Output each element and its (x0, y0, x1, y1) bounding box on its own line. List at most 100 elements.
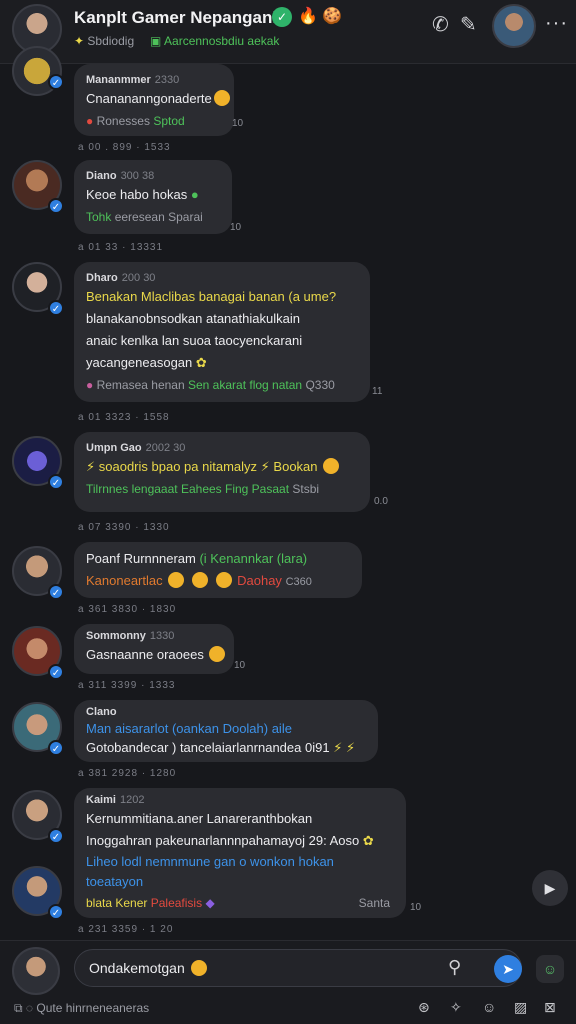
meta-left: Tilrnnes lengaaat (86, 482, 178, 496)
emoji-icon (209, 646, 226, 662)
meta-right: eeresean (114, 210, 165, 224)
message-ts-right: 10 (234, 660, 246, 671)
message-bubble[interactable]: Kaimi 1202 Kernummitiana.aner Lanareranth… (74, 788, 406, 918)
meta-extra: Stsbi (292, 482, 320, 496)
sender-name: Poanf Rurnnneram (86, 551, 196, 566)
meta-left: blata Kener (86, 896, 148, 910)
verified-icon: ✓ (48, 584, 64, 600)
message-text: soaodris bpao pa nitamalyz (98, 459, 258, 474)
meta-right: Paleafisis (150, 896, 203, 910)
gif-icon[interactable]: ⊛ (418, 999, 430, 1016)
check-icon: ✓ (272, 7, 292, 27)
bolt-icon: ⚡ (260, 459, 270, 474)
message-text: Kernummitiana.aner Lanareranthbokan (86, 811, 313, 826)
emoji-icon (215, 572, 232, 588)
message-bubble[interactable]: Diano 300 38 Keoe habo hokas ● Tohk eeres… (74, 160, 232, 234)
sender-name: Clano (86, 706, 117, 718)
globe-icon: ● (190, 187, 199, 202)
sticker-button[interactable]: ☺ (536, 955, 564, 983)
message-link[interactable]: toeatayon (86, 872, 394, 892)
pin-icon[interactable]: ✎ (460, 12, 477, 37)
copy-icon[interactable]: ⧉ (14, 1001, 23, 1015)
message-ts-right: 10 (232, 118, 244, 129)
message-text: blanakanobnsodkan atanathiakulkain (86, 311, 300, 326)
message-input-text: Ondakemotgan (89, 960, 185, 976)
subtitle-left-wrap: ✦ Sbdiodig (74, 34, 134, 48)
verified-icon: ✓ (48, 198, 64, 214)
message-bubble[interactable]: Mananmmer 2330 Cnanananngonaderte ● Rones… (74, 64, 234, 136)
message-title-extra: (i Kenannkar (lara) (199, 551, 308, 566)
send-button[interactable]: ➤ (494, 955, 522, 983)
message-bubble[interactable]: Dharo 200 30 Benakan Mlaclibas banagai ba… (74, 262, 370, 402)
emoji-icon (168, 572, 185, 588)
dot-icon: ● (86, 378, 94, 392)
message-ts-right: 0.0 (374, 496, 388, 507)
meta-right: Sptod (153, 114, 185, 128)
message-time: 300 38 (120, 170, 155, 182)
message-timestamp: a 381 2928 · 1280 (78, 768, 177, 779)
subtitle-right-wrap: ▣ Aarcennosbdiu aekak (150, 34, 279, 48)
message-ts-right: 11 (372, 386, 383, 397)
cookie-icon: 🍪 (322, 8, 342, 25)
more-options-icon[interactable]: ⊠ (544, 999, 556, 1016)
message-timestamp: a 01 33 · 13331 (78, 242, 164, 253)
meta-right: Eahees Fing Pasaat (180, 482, 290, 496)
message-text: Cnanananngonaderte (86, 91, 212, 106)
message-link[interactable]: Liheo lodl nemnmune gan o wonkon hokan (86, 852, 394, 872)
emoji-icon (191, 572, 208, 588)
bolt-icon: ⚡ (86, 459, 96, 474)
meta-right: Sen akarat flog natan (188, 378, 303, 392)
image-icon[interactable]: ▨ (514, 999, 527, 1016)
message-text: Gasnaanne oraoees (86, 647, 204, 662)
verified-icon: ✓ (48, 664, 64, 680)
meta-right: Daohay (237, 573, 282, 588)
message-text: Inoggahran pakeunarlannnpahamayoj 29: Ao… (86, 833, 360, 848)
message-time: 200 30 (121, 272, 156, 284)
message-bubble[interactable]: Sommonny 1330 Gasnaanne oraoees (74, 624, 234, 674)
emoji-icon (190, 960, 207, 976)
sender-name: Sommonny (86, 630, 146, 642)
verified-icon: ✓ (48, 904, 64, 920)
mic-icon[interactable]: ⚲ (448, 957, 461, 978)
meta-extra: Sparai (168, 210, 203, 224)
verified-icon: ✓ (48, 828, 64, 844)
message-bubble[interactable]: Umpn Gao 2002 30 ⚡ soaodris bpao pa nitam… (74, 432, 370, 512)
star-icon: ✦ (74, 34, 85, 48)
my-avatar[interactable] (12, 947, 60, 995)
emoji-icon (213, 90, 230, 106)
message-text: Keoe habo hokas (86, 187, 188, 202)
message-time: 1330 (149, 630, 175, 642)
composer-hint-text: Qute hinrneneaneras (36, 1001, 150, 1015)
message-timestamp: a 01 3323 · 1558 (78, 412, 170, 423)
more-icon[interactable]: ··· (545, 12, 568, 35)
message-text: Benakan Mlaclibas banagai banan (a ume? (86, 289, 337, 304)
message-text: Man aisararlot (oankan Doolah) aile (86, 721, 292, 736)
message-bubble[interactable]: Poanf Rurnnneram (i Kenannkar (lara) Kan… (74, 542, 362, 598)
emoji-icon (323, 458, 340, 474)
meta-left: Ronesses (96, 114, 150, 128)
verified-icon: ✓ (48, 74, 64, 90)
call-icon[interactable]: ✆ (432, 12, 449, 37)
message-bubble[interactable]: Clano Man aisararlot (oankan Doolah) ail… (74, 700, 378, 762)
bolt-icon: ⚡ (345, 740, 356, 755)
message-text: Kanoneartlac (86, 573, 163, 588)
meta-extra: C360 (285, 576, 312, 588)
message-text: yacangeneasogan (86, 355, 193, 370)
sparkle-icon: ✿ (362, 833, 374, 848)
profile-avatar[interactable] (492, 4, 536, 48)
verified-icon: ✓ (48, 300, 64, 316)
attach-icon[interactable]: ◌ (26, 1001, 33, 1015)
message-timestamp: a 07 3390 · 1330 (78, 522, 170, 533)
message-timestamp: a 00 . 899 · 1533 (78, 142, 171, 153)
scroll-down-button[interactable]: ▶ (532, 870, 568, 906)
chat-title[interactable]: Kanplt Gamer Nepangani (74, 8, 277, 28)
message-text: Bookan (273, 459, 318, 474)
message-text: anaic kenlka lan suoa taocyenckarani (86, 333, 303, 348)
square-icon: ▣ (150, 34, 162, 48)
sticker-icon[interactable]: ✧ (450, 999, 462, 1016)
emoji-picker-icon[interactable]: ☺ (482, 999, 496, 1015)
message-timestamp: a 361 3830 · 1830 (78, 604, 177, 615)
sender-name: Kaimi (86, 794, 116, 806)
sender-name: Umpn Gao (86, 442, 142, 454)
sender-name: Diano (86, 170, 117, 182)
